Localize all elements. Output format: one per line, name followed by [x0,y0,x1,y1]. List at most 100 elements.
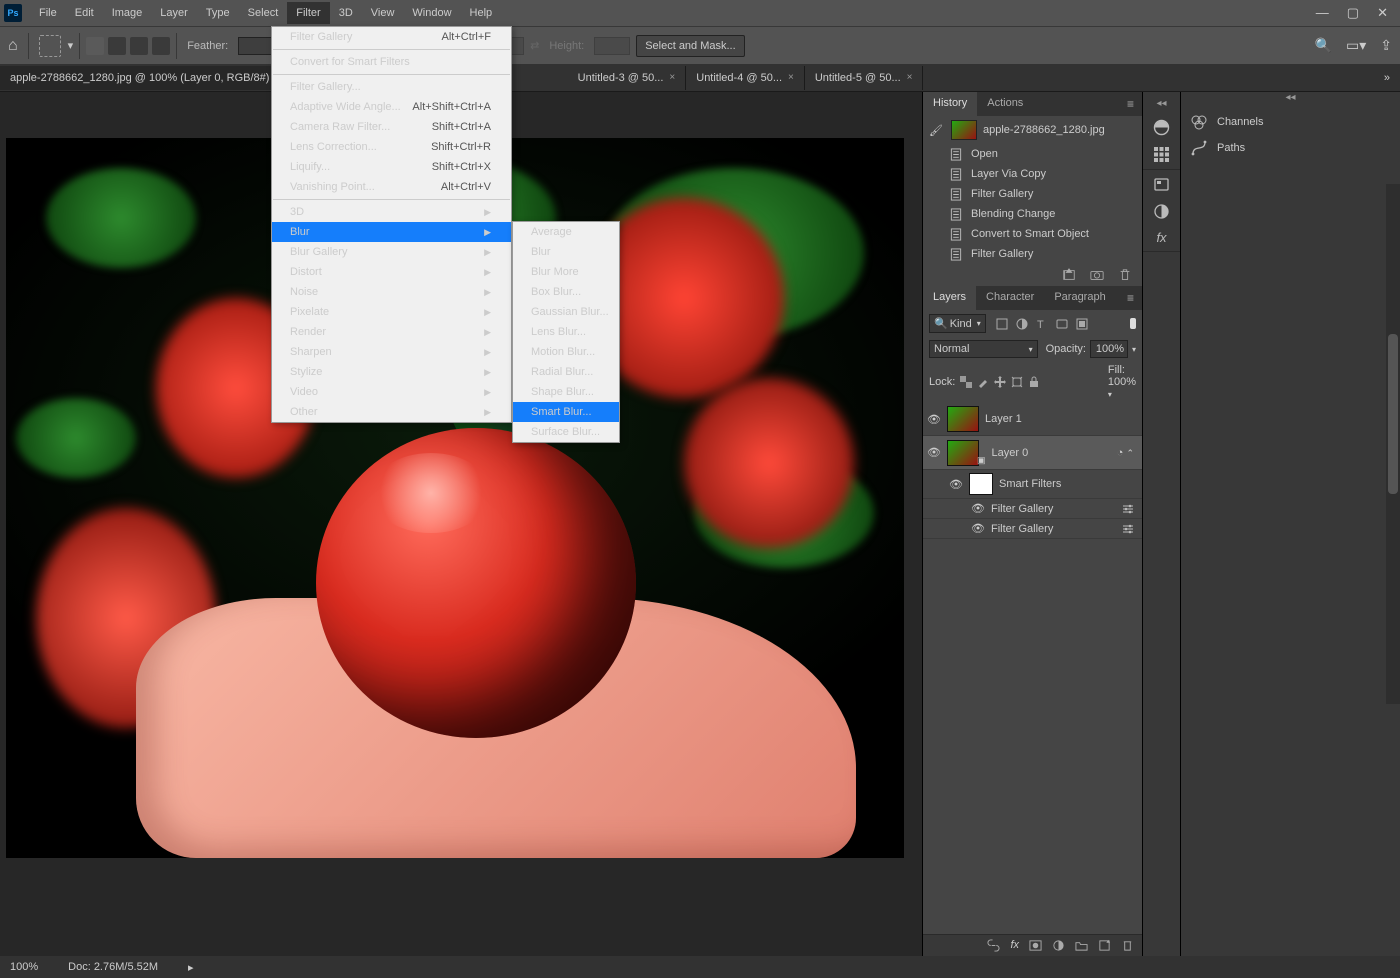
menu-item-filter-gallery[interactable]: Filter Gallery... [272,77,511,97]
history-item[interactable]: Blending Change [923,204,1142,224]
history-panel-menu-icon[interactable]: ≡ [1119,92,1142,116]
history-item[interactable]: Filter Gallery [923,244,1142,264]
paths-panel-button[interactable]: Paths [1181,136,1400,160]
tool-preset-dropdown[interactable]: ▾ [68,39,74,52]
new-layer-icon[interactable] [1098,939,1111,952]
filter-toggle-switch[interactable] [1130,318,1136,329]
menu-item-shape-blur[interactable]: Shape Blur... [513,382,619,402]
menu-item-render[interactable]: Render▶ [272,322,511,342]
fill-dropdown[interactable]: ▾ [1108,390,1112,399]
share-icon[interactable]: ⇪ [1380,37,1392,54]
tab-character[interactable]: Character [976,286,1044,310]
layer-group-icon[interactable] [1075,939,1088,952]
menu-item-blur[interactable]: Blur▶ [272,222,511,242]
doc-tab-0[interactable]: apple-2788662_1280.jpg @ 100% (Layer 0, … [0,66,300,90]
vertical-scrollbar[interactable] [1386,184,1400,704]
menu-item-adaptive-wide-angle[interactable]: Adaptive Wide Angle...Alt+Shift+Ctrl+A [272,97,511,117]
history-item[interactable]: Open [923,144,1142,164]
menu-item-blur[interactable]: Blur [513,242,619,262]
layer-row[interactable]: 👁Layer 1 [923,403,1142,436]
menu-item-average[interactable]: Average [513,222,619,242]
doc-tab-2[interactable]: Untitled-4 @ 50...× [686,66,805,90]
close-tab-icon[interactable]: × [788,72,794,83]
filter-smart-icon[interactable] [1076,318,1088,330]
menu-help[interactable]: Help [461,2,502,24]
filter-adjust-icon[interactable] [1016,318,1028,330]
tab-actions[interactable]: Actions [977,92,1033,116]
blend-mode-select[interactable]: Normal▾ [929,340,1038,358]
search-icon[interactable]: 🔍 [1315,37,1332,54]
layer-filter-kind-select[interactable]: 🔍 Kind ▾ [929,314,986,333]
menu-item-pixelate[interactable]: Pixelate▶ [272,302,511,322]
maximize-button[interactable]: ▢ [1347,5,1359,21]
layer-thumbnail[interactable] [947,440,979,466]
filter-shape-icon[interactable] [1056,318,1068,330]
layer-mask-icon[interactable] [1029,939,1042,952]
minimize-button[interactable]: — [1316,5,1329,21]
zoom-level[interactable]: 100% [10,961,38,973]
menu-select[interactable]: Select [239,2,288,24]
layers-panel-menu-icon[interactable]: ≡ [1119,286,1142,310]
opacity-input[interactable]: 100% [1090,340,1128,358]
menu-item-noise[interactable]: Noise▶ [272,282,511,302]
new-selection-button[interactable] [86,37,104,55]
adjustment-layer-icon[interactable] [1052,939,1065,952]
menu-type[interactable]: Type [197,2,239,24]
adjustments-panel-icon[interactable] [1153,203,1170,220]
menu-filter[interactable]: Filter [287,2,329,24]
workspace-switcher-icon[interactable]: ▭▾ [1346,37,1366,54]
expand-icon[interactable]: ⌃ [1126,448,1134,458]
menu-item-blur-gallery[interactable]: Blur Gallery▶ [272,242,511,262]
channels-panel-button[interactable]: Channels [1181,110,1400,134]
doc-size[interactable]: Doc: 2.76M/5.52M [68,961,158,973]
history-doc-thumbnail[interactable] [951,120,977,140]
right-panel-collapse-icon[interactable]: ◂◂ [1181,92,1400,106]
close-tab-icon[interactable]: × [907,72,913,83]
menu-item-filter-gallery[interactable]: Filter GalleryAlt+Ctrl+F [272,27,511,47]
trash-icon[interactable] [1118,268,1132,282]
layer-fx-icon[interactable]: fx [1010,939,1019,952]
menu-item-radial-blur[interactable]: Radial Blur... [513,362,619,382]
lock-brush-icon[interactable] [977,376,989,388]
add-selection-button[interactable] [108,37,126,55]
menu-item-blur-more[interactable]: Blur More [513,262,619,282]
visibility-toggle-icon[interactable]: 👁 [971,502,985,515]
tab-paragraph[interactable]: Paragraph [1044,286,1115,310]
learn-panel-icon[interactable] [1153,176,1170,193]
menu-item-surface-blur[interactable]: Surface Blur... [513,422,619,442]
tabs-overflow-icon[interactable]: » [1374,72,1400,84]
menu-file[interactable]: File [30,2,66,24]
menu-item-video[interactable]: Video▶ [272,382,511,402]
doc-tab-3[interactable]: Untitled-5 @ 50...× [805,66,924,90]
close-button[interactable]: ✕ [1377,5,1388,21]
menu-view[interactable]: View [362,2,404,24]
menu-item-stylize[interactable]: Stylize▶ [272,362,511,382]
styles-panel-icon[interactable]: fx [1156,230,1166,245]
menu-item-gaussian-blur[interactable]: Gaussian Blur... [513,302,619,322]
visibility-toggle-icon[interactable]: 👁 [927,446,941,459]
history-item[interactable]: Layer Via Copy [923,164,1142,184]
tab-layers[interactable]: Layers [923,286,976,310]
menu-edit[interactable]: Edit [66,2,103,24]
menu-item-3d[interactable]: 3D▶ [272,202,511,222]
subtract-selection-button[interactable] [130,37,148,55]
lock-artboard-icon[interactable] [1011,376,1023,388]
layer-row[interactable]: 👁▣Layer 0◔ ⌃ [923,436,1142,470]
visibility-toggle-icon[interactable]: 👁 [927,413,941,426]
menu-item-other[interactable]: Other▶ [272,402,511,422]
filter-settings-icon[interactable] [1122,523,1140,535]
intersect-selection-button[interactable] [152,37,170,55]
lock-transparent-icon[interactable] [960,376,972,388]
strip-collapse-icon[interactable]: ◂◂ [1156,98,1166,109]
layer-thumbnail[interactable] [969,473,993,495]
status-menu-icon[interactable]: ▸ [188,961,194,974]
delete-layer-icon[interactable] [1121,939,1134,952]
link-layers-icon[interactable] [987,939,1000,952]
menu-layer[interactable]: Layer [151,2,197,24]
menu-3d[interactable]: 3D [330,2,362,24]
menu-item-camera-raw-filter[interactable]: Camera Raw Filter...Shift+Ctrl+A [272,117,511,137]
lock-all-icon[interactable] [1028,376,1040,388]
menu-window[interactable]: Window [403,2,460,24]
menu-item-box-blur[interactable]: Box Blur... [513,282,619,302]
history-brush-icon[interactable]: 🖌 [927,124,945,137]
